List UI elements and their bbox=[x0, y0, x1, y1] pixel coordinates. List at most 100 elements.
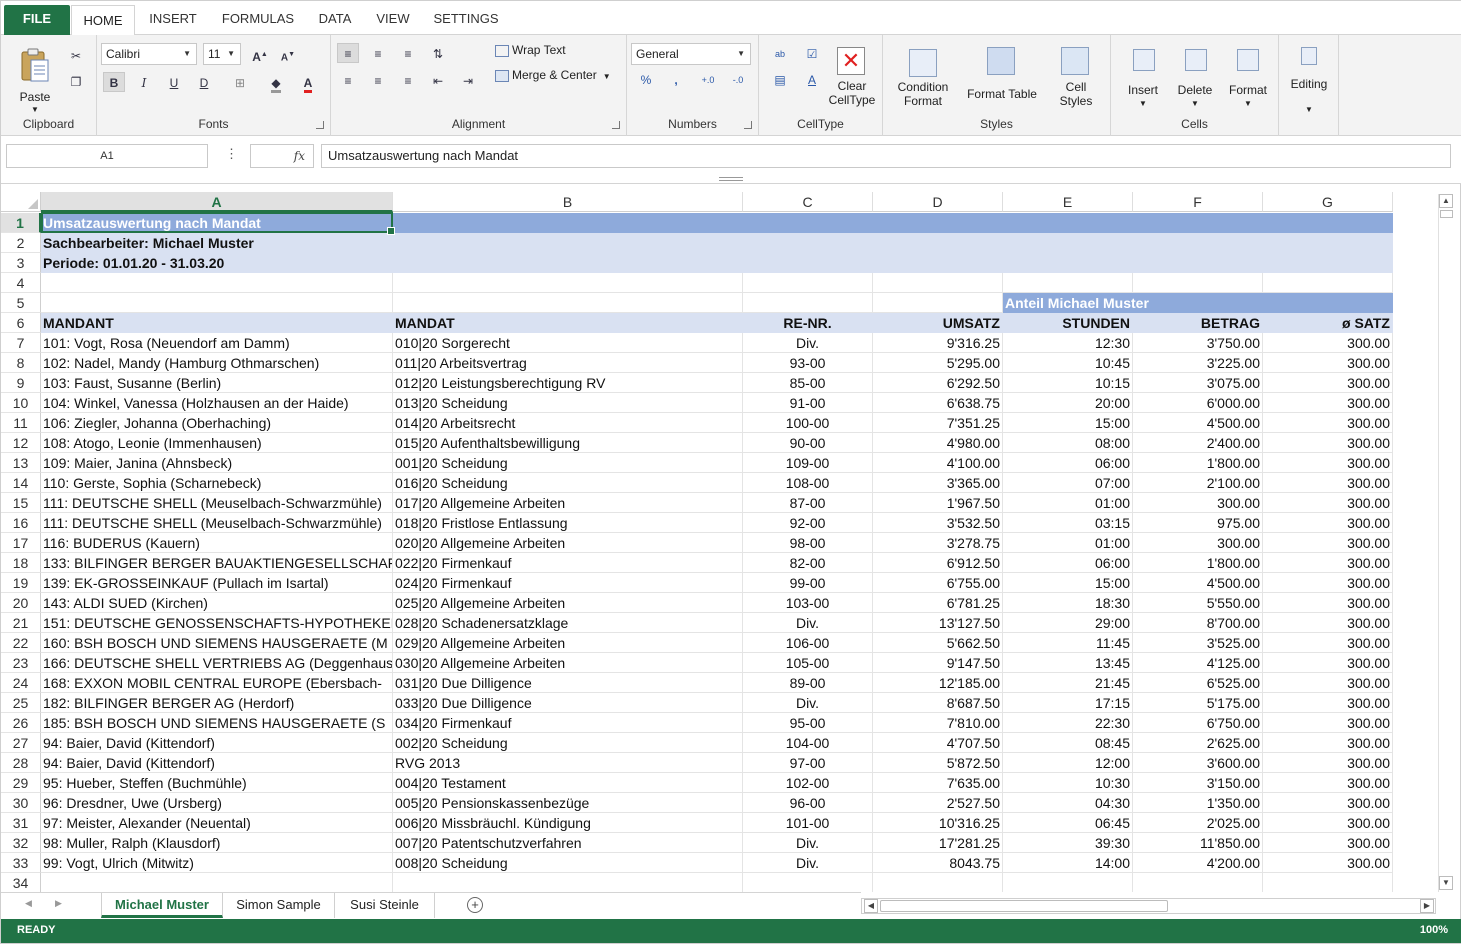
table-cell[interactable]: 300.00 bbox=[1263, 753, 1393, 773]
table-cell[interactable]: 4'500.00 bbox=[1133, 573, 1263, 593]
column-header-d[interactable]: D bbox=[873, 192, 1003, 212]
table-cell[interactable]: 108-00 bbox=[743, 473, 873, 493]
table-cell[interactable]: 300.00 bbox=[1263, 693, 1393, 713]
table-cell[interactable]: 300.00 bbox=[1263, 493, 1393, 513]
table-cell[interactable]: 1'967.50 bbox=[873, 493, 1003, 513]
table-cell[interactable]: 300.00 bbox=[1263, 553, 1393, 573]
table-cell[interactable]: 013|20 Scheidung bbox=[393, 393, 743, 413]
scroll-left-icon[interactable]: ◀ bbox=[864, 899, 878, 913]
table-cell[interactable]: 300.00 bbox=[1263, 653, 1393, 673]
table-cell[interactable]: 300.00 bbox=[1263, 853, 1393, 873]
table-cell[interactable]: 029|20 Allgemeine Arbeiten bbox=[393, 633, 743, 653]
table-cell[interactable]: 7'351.25 bbox=[873, 413, 1003, 433]
table-cell[interactable]: 015|20 Aufenthaltsbewilligung bbox=[393, 433, 743, 453]
row-header-1[interactable]: 1 bbox=[1, 213, 41, 233]
table-header-0[interactable]: MANDANT bbox=[41, 313, 393, 333]
table-cell[interactable]: 168: EXXON MOBIL CENTRAL EUROPE (Ebersba… bbox=[41, 673, 393, 693]
table-cell[interactable]: 3'600.00 bbox=[1133, 753, 1263, 773]
table-cell[interactable]: 3'750.00 bbox=[1133, 333, 1263, 353]
decrease-indent-icon[interactable]: ⇤ bbox=[427, 70, 449, 90]
file-tab[interactable]: FILE bbox=[4, 5, 70, 35]
fonts-launcher-icon[interactable] bbox=[316, 121, 324, 129]
formula-input[interactable]: Umsatzauswertung nach Mandat bbox=[321, 144, 1451, 168]
scroll-down-icon[interactable]: ▼ bbox=[1439, 876, 1453, 890]
increase-font-icon[interactable]: A▲ bbox=[249, 44, 271, 64]
numbers-launcher-icon[interactable] bbox=[744, 121, 752, 129]
cell-row-34-empty-3[interactable] bbox=[873, 873, 1003, 892]
table-cell[interactable]: 109: Maier, Janina (Ahnsbeck) bbox=[41, 453, 393, 473]
table-cell[interactable]: 034|20 Firmenkauf bbox=[393, 713, 743, 733]
cell-row-4-empty-0[interactable] bbox=[41, 273, 393, 293]
table-cell[interactable]: 01:00 bbox=[1003, 493, 1133, 513]
row-header-4[interactable]: 4 bbox=[1, 273, 41, 293]
table-cell[interactable]: 002|20 Scheidung bbox=[393, 733, 743, 753]
table-cell[interactable]: 011|20 Arbeitsvertrag bbox=[393, 353, 743, 373]
table-cell[interactable]: 85-00 bbox=[743, 373, 873, 393]
cell-row-4-empty-6[interactable] bbox=[1263, 273, 1393, 293]
table-cell[interactable]: 151: DEUTSCHE GENOSSENSCHAFTS-HYPOTHEKEN… bbox=[41, 613, 393, 633]
row-header-12[interactable]: 12 bbox=[1, 433, 41, 453]
table-cell[interactable]: 006|20 Missbräuchl. Kündigung bbox=[393, 813, 743, 833]
table-cell[interactable]: 82-00 bbox=[743, 553, 873, 573]
table-cell[interactable]: 166: DEUTSCHE SHELL VERTRIEBS AG (Deggen… bbox=[41, 653, 393, 673]
table-cell[interactable]: 022|20 Firmenkauf bbox=[393, 553, 743, 573]
borders-icon[interactable]: ⊞ bbox=[229, 72, 251, 92]
row-header-30[interactable]: 30 bbox=[1, 793, 41, 813]
table-cell[interactable]: 12'185.00 bbox=[873, 673, 1003, 693]
table-cell[interactable]: 1'800.00 bbox=[1133, 553, 1263, 573]
table-cell[interactable]: 031|20 Due Dilligence bbox=[393, 673, 743, 693]
horizontal-scrollbar[interactable]: ◀ ▶ bbox=[861, 898, 1436, 914]
cell-a1-title[interactable]: Umsatzauswertung nach Mandat bbox=[41, 213, 393, 233]
table-cell[interactable]: 90-00 bbox=[743, 433, 873, 453]
table-cell[interactable]: 15:00 bbox=[1003, 573, 1133, 593]
table-cell[interactable]: 300.00 bbox=[1263, 713, 1393, 733]
cell-a2-sachbearbeiter[interactable]: Sachbearbeiter: Michael Muster bbox=[41, 233, 393, 253]
row-header-26[interactable]: 26 bbox=[1, 713, 41, 733]
table-cell[interactable]: 99-00 bbox=[743, 573, 873, 593]
table-cell[interactable]: 29:00 bbox=[1003, 613, 1133, 633]
table-header-3[interactable]: UMSATZ bbox=[873, 313, 1003, 333]
table-cell[interactable]: 4'707.50 bbox=[873, 733, 1003, 753]
table-cell[interactable]: 97: Meister, Alexander (Neuental) bbox=[41, 813, 393, 833]
table-cell[interactable]: 300.00 bbox=[1263, 373, 1393, 393]
row-header-23[interactable]: 23 bbox=[1, 653, 41, 673]
table-cell[interactable]: 300.00 bbox=[1263, 513, 1393, 533]
cell-row-5-empty-1[interactable] bbox=[393, 293, 743, 313]
column-header-a[interactable]: A bbox=[41, 192, 393, 212]
table-cell[interactable]: 7'635.00 bbox=[873, 773, 1003, 793]
name-box[interactable]: A1 bbox=[6, 144, 208, 168]
table-cell[interactable]: 03:15 bbox=[1003, 513, 1133, 533]
align-left-icon[interactable]: ≡ bbox=[337, 70, 359, 90]
table-cell[interactable]: 87-00 bbox=[743, 493, 873, 513]
row-header-34[interactable]: 34 bbox=[1, 873, 41, 892]
table-cell[interactable]: 116: BUDERUS (Kauern) bbox=[41, 533, 393, 553]
table-cell[interactable]: 98: Muller, Ralph (Klausdorf) bbox=[41, 833, 393, 853]
tab-data[interactable]: DATA bbox=[309, 1, 361, 35]
table-cell[interactable]: 133: BILFINGER BERGER BAUAKTIENGESELLSCH… bbox=[41, 553, 393, 573]
table-cell[interactable]: 109-00 bbox=[743, 453, 873, 473]
merge-center-button[interactable]: Merge & Center ▼ bbox=[495, 68, 621, 88]
table-cell[interactable]: 12:30 bbox=[1003, 333, 1133, 353]
table-cell[interactable]: 300.00 bbox=[1263, 413, 1393, 433]
table-cell[interactable]: 028|20 Schadenersatzklage bbox=[393, 613, 743, 633]
cell-row-4-empty-4[interactable] bbox=[1003, 273, 1133, 293]
tab-home[interactable]: HOME bbox=[71, 5, 135, 36]
table-cell[interactable]: 025|20 Allgemeine Arbeiten bbox=[393, 593, 743, 613]
tab-formulas[interactable]: FORMULAS bbox=[215, 1, 301, 35]
table-cell[interactable]: 300.00 bbox=[1263, 793, 1393, 813]
formula-bar-resize-handle[interactable] bbox=[719, 177, 743, 181]
table-cell[interactable]: 300.00 bbox=[1263, 473, 1393, 493]
table-cell[interactable]: 10:45 bbox=[1003, 353, 1133, 373]
table-cell[interactable]: 8'700.00 bbox=[1133, 613, 1263, 633]
row-header-25[interactable]: 25 bbox=[1, 693, 41, 713]
scroll-up-icon[interactable]: ▲ bbox=[1439, 194, 1453, 208]
table-cell[interactable]: 300.00 bbox=[1263, 633, 1393, 653]
table-cell[interactable]: 300.00 bbox=[1263, 813, 1393, 833]
cell-row-34-empty-0[interactable] bbox=[41, 873, 393, 892]
table-cell[interactable]: 1'800.00 bbox=[1133, 453, 1263, 473]
table-cell[interactable]: 300.00 bbox=[1133, 493, 1263, 513]
comma-button[interactable]: , bbox=[665, 69, 687, 89]
merge-dropdown-icon[interactable]: ▼ bbox=[603, 72, 611, 81]
row-header-3[interactable]: 3 bbox=[1, 253, 41, 273]
table-cell[interactable]: 98-00 bbox=[743, 533, 873, 553]
